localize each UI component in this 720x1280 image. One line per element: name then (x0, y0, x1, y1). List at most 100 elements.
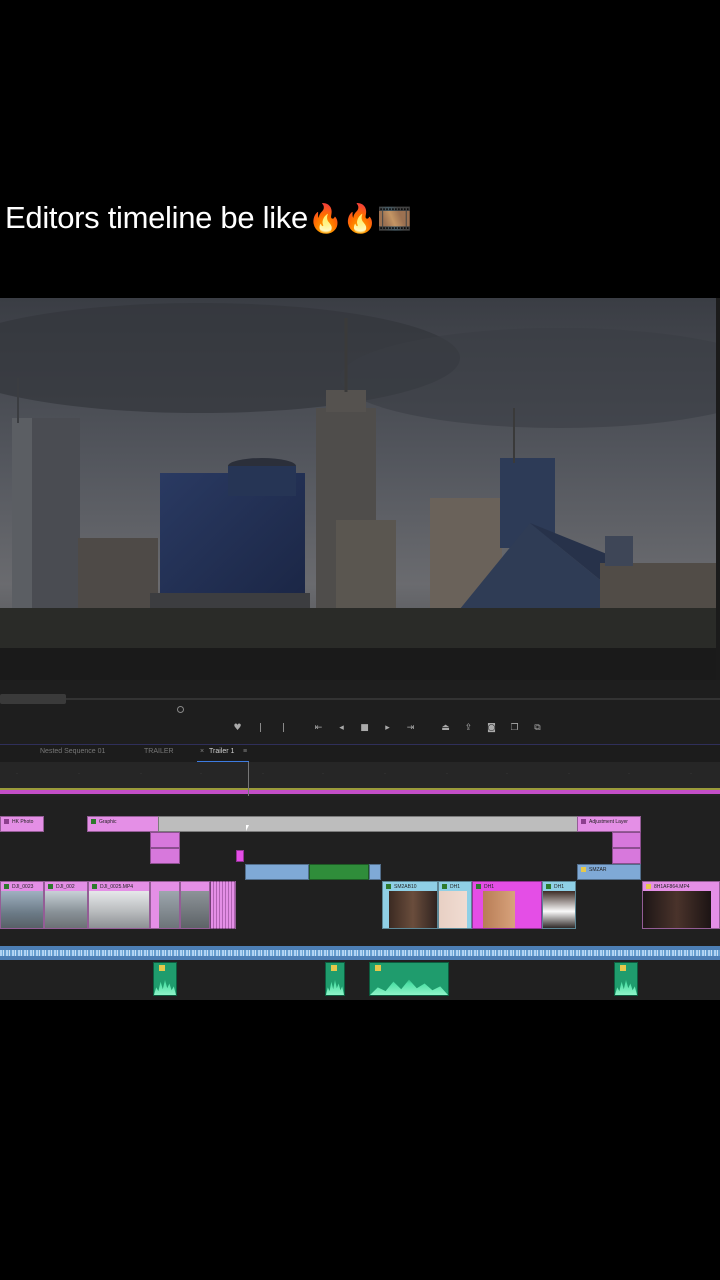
go-to-out-icon[interactable]: ⇥ (399, 719, 422, 737)
clip-dji-0025[interactable]: DJI_0025.MP4 (88, 881, 150, 929)
clip-dh1-third[interactable]: DH1 (542, 881, 576, 929)
button-editor-icon[interactable]: ⧉ (526, 719, 549, 737)
clip-thumbnail (45, 891, 87, 928)
mark-out-icon[interactable]: | (272, 719, 295, 737)
clip-thumbnail (1, 891, 43, 928)
ruler-tick: · (690, 771, 692, 777)
audio-waveform (0, 950, 720, 956)
add-marker-icon[interactable]: ♥ (226, 719, 249, 737)
ruler-tick: · (16, 771, 18, 777)
timeline-panel: Nested Sequence 01 TRAILER Trailer 1 × ≡… (0, 744, 720, 1000)
sfx-clip[interactable] (369, 962, 449, 996)
transport-controls: ♥ | | ⇤ ◂ ■ ▸ ⇥ ⏏ ⇪ ◙ ❐ ⧉ (226, 718, 549, 738)
clip-hk-photo[interactable]: HK Photo (0, 816, 44, 832)
clip-graphic[interactable]: Graphic (87, 816, 159, 832)
clip-video[interactable] (150, 881, 180, 929)
music-track-clip[interactable] (0, 946, 720, 960)
go-to-in-icon[interactable]: ⇤ (307, 719, 330, 737)
clip-pink-small[interactable] (612, 832, 641, 848)
ruler-tick: · (322, 771, 324, 777)
clip-smzar[interactable]: SMZAR (577, 864, 641, 880)
tab-nested-sequence[interactable]: Nested Sequence 01 (40, 748, 105, 755)
clip-pink-tiny[interactable] (236, 850, 244, 862)
clip-video[interactable] (180, 881, 210, 929)
clip-label: SMZAR (581, 866, 607, 874)
tab-trailer-1[interactable]: Trailer 1 (209, 748, 234, 755)
clip-thumbnail (439, 891, 467, 928)
audio-waveform (370, 979, 448, 995)
timeline-playhead[interactable] (248, 762, 249, 796)
mark-in-icon[interactable]: | (249, 719, 272, 737)
caption-emoji: 🔥🔥🎞️ (307, 202, 412, 235)
clip-pink-small[interactable] (150, 832, 180, 848)
scrubber-playhead-knob[interactable] (177, 706, 184, 713)
step-back-icon[interactable]: ◂ (330, 719, 353, 737)
clip-label: DJI_0025.MP4 (92, 883, 133, 891)
clip-adjustment-layer[interactable]: Adjustment Layer (577, 816, 641, 832)
clip-label: DJI_0023 (4, 883, 33, 891)
clip-sm2ab10[interactable]: SM2AB10 (382, 881, 438, 929)
clip-many-cuts[interactable] (210, 881, 236, 929)
clip-nested-blue[interactable] (245, 864, 309, 880)
ruler-tick: · (384, 771, 386, 777)
program-monitor: ♥ | | ⇤ ◂ ■ ▸ ⇥ ⏏ ⇪ ◙ ❐ ⧉ (0, 298, 720, 744)
mouse-cursor-icon (246, 825, 249, 831)
ruler-tick: · (78, 771, 80, 777)
monitor-scrubber[interactable] (0, 694, 720, 713)
fx-badge-icon (375, 965, 381, 971)
clip-dji-002[interactable]: DJI_002 (44, 881, 88, 929)
ruler-tick: · (262, 771, 264, 777)
sfx-clip[interactable] (614, 962, 638, 996)
scrubber-zoom-handle[interactable] (0, 694, 66, 704)
ruler-tick: · (200, 771, 202, 777)
tab-menu-icon[interactable]: ≡ (243, 748, 247, 755)
stop-icon[interactable]: ■ (353, 719, 376, 737)
clip-thumbnail (159, 891, 179, 928)
clip-nested-blue[interactable] (369, 864, 381, 880)
clip-label: Graphic (91, 818, 117, 826)
clip-label: HK Photo (4, 818, 33, 826)
program-video-frame (0, 298, 716, 680)
city-skyline-image (0, 298, 716, 680)
clip-dh1[interactable]: DH1 (438, 881, 472, 929)
sequence-tabs: Nested Sequence 01 TRAILER Trailer 1 × ≡ (0, 744, 720, 763)
clip-8h1af864[interactable]: 8H1AF864.MP4 (642, 881, 720, 929)
clip-thumbnail (643, 891, 711, 928)
clip-label: DH1 (546, 883, 564, 891)
clip-label: 8H1AF864.MP4 (646, 883, 690, 891)
sfx-clip[interactable] (153, 962, 177, 996)
clip-label: DH1 (442, 883, 460, 891)
ruler-tick: · (140, 771, 142, 777)
sfx-clip[interactable] (325, 962, 345, 996)
time-ruler[interactable]: · · · · · · · · · · · · (0, 762, 720, 790)
export-frame-icon[interactable]: ◙ (480, 719, 503, 737)
clip-thumbnail (89, 891, 149, 928)
video-caption: Editors timeline be like🔥🔥🎞️ (5, 196, 412, 241)
lift-icon[interactable]: ⏏ (434, 719, 457, 737)
close-tab-icon[interactable]: × (200, 748, 204, 755)
step-forward-icon[interactable]: ▸ (376, 719, 399, 737)
fx-badge-icon (331, 965, 337, 971)
clip-pink-small[interactable] (150, 848, 180, 864)
tab-trailer[interactable]: TRAILER (144, 748, 174, 755)
clip-thumbnail (181, 891, 209, 928)
extract-icon[interactable]: ⇪ (457, 719, 480, 737)
comparison-view-icon[interactable]: ❐ (503, 719, 526, 737)
scrubber-track (0, 698, 720, 700)
ruler-tick: · (506, 771, 508, 777)
clip-gray-long[interactable] (158, 816, 578, 832)
audio-waveform (615, 979, 637, 995)
clip-dh1-magenta[interactable]: DH1 (472, 881, 542, 929)
clip-label: DH1 (476, 883, 494, 891)
clip-dji-0023[interactable]: DJI_0023 (0, 881, 44, 929)
fx-badge-icon (159, 965, 165, 971)
audio-waveform (154, 979, 176, 995)
clip-thumbnail (389, 891, 437, 928)
clip-nested-green[interactable] (309, 864, 369, 880)
clip-pink-small[interactable] (612, 848, 641, 864)
work-area-bar[interactable] (0, 790, 720, 794)
clip-thumbnail (483, 891, 515, 928)
ruler-tick: · (568, 771, 570, 777)
clip-label: DJI_002 (48, 883, 75, 891)
clip-label: Adjustment Layer (581, 818, 628, 826)
